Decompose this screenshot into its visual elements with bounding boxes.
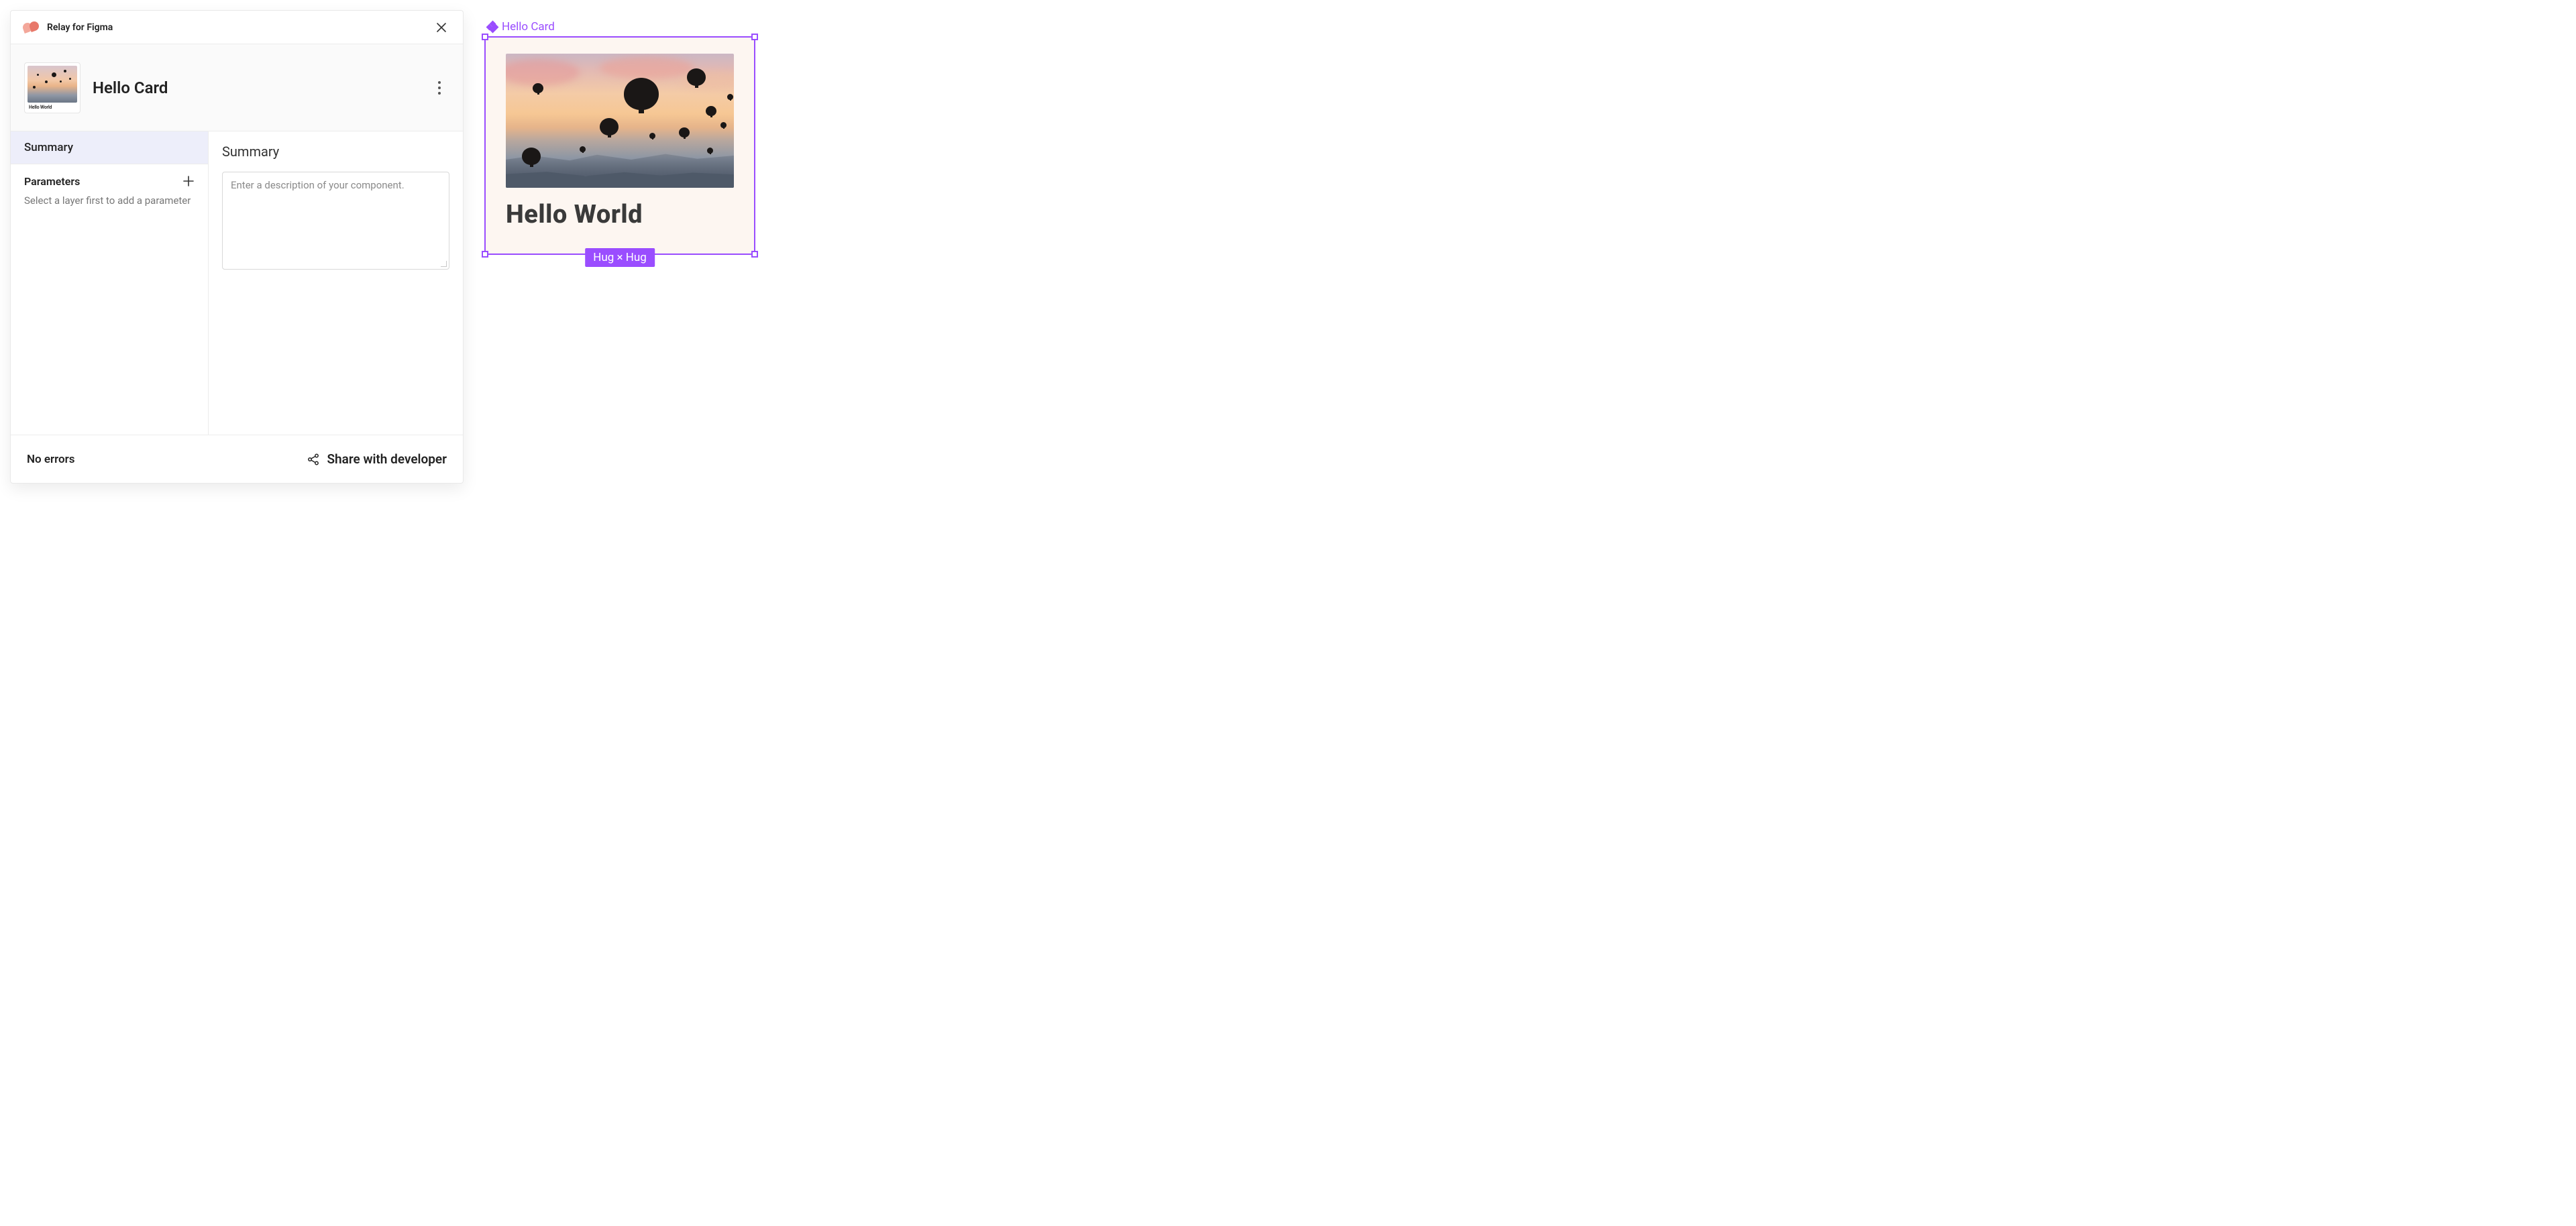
resize-handle-tr[interactable]: [751, 34, 758, 40]
relay-plugin-panel: Relay for Figma Hello World Hello Card S…: [10, 10, 464, 484]
share-with-developer-button[interactable]: Share with developer: [307, 451, 447, 467]
description-input[interactable]: [222, 172, 449, 270]
share-label: Share with developer: [327, 451, 447, 467]
resize-handle-br[interactable]: [751, 251, 758, 258]
main-content: Summary: [209, 131, 463, 435]
sidebar: Summary Parameters Select a layer first …: [11, 131, 209, 435]
component-icon: [487, 21, 498, 32]
card-image: [506, 54, 734, 188]
parameters-help-text: Select a layer first to add a parameter: [11, 191, 208, 208]
more-menu-button[interactable]: [429, 78, 449, 98]
close-button[interactable]: [432, 18, 451, 37]
parameters-header: Parameters: [11, 164, 208, 191]
parameters-title: Parameters: [24, 175, 80, 188]
frame-label[interactable]: Hello Card: [487, 20, 755, 34]
selected-frame[interactable]: Hello World: [484, 36, 755, 255]
plugin-titlebar: Relay for Figma: [11, 11, 463, 44]
resize-handle-tl[interactable]: [482, 34, 488, 40]
resize-handle-bl[interactable]: [482, 251, 488, 258]
card-text: Hello World: [506, 200, 734, 229]
tab-summary[interactable]: Summary: [11, 131, 208, 164]
status-text: No errors: [27, 453, 75, 466]
relay-logo-icon: [23, 21, 40, 34]
thumbnail-caption: Hello World: [28, 103, 77, 110]
size-badge: Hug × Hug: [585, 248, 655, 267]
component-name: Hello Card: [93, 78, 168, 97]
panel-body: Summary Parameters Select a layer first …: [11, 131, 463, 435]
plugin-title: Relay for Figma: [47, 22, 113, 33]
figma-canvas[interactable]: Hello Card Hello World Hug × Hug: [484, 20, 755, 255]
share-icon: [307, 453, 320, 466]
plus-icon: [182, 175, 195, 187]
add-parameter-button[interactable]: [180, 172, 197, 190]
close-icon: [435, 21, 447, 34]
main-heading: Summary: [222, 144, 449, 160]
panel-footer: No errors Share with developer: [11, 435, 463, 483]
thumbnail-image: [28, 66, 77, 103]
frame-label-text: Hello Card: [502, 20, 555, 34]
component-header: Hello World Hello Card: [11, 44, 463, 131]
component-thumbnail: Hello World: [24, 62, 80, 113]
